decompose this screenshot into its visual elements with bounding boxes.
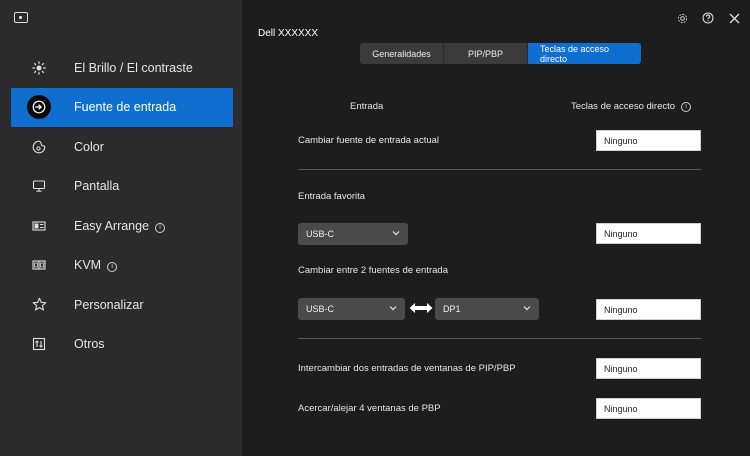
sidebar-item-others[interactable]: Otros bbox=[11, 325, 233, 365]
column-header-input: Entrada bbox=[350, 101, 384, 112]
input-source-icon bbox=[27, 95, 51, 120]
sidebar-nav: El Brillo / El contraste Fuente de entra… bbox=[11, 48, 233, 364]
change-input-hotkey-field[interactable]: Ninguno bbox=[596, 130, 701, 151]
tab-pip-pbp[interactable]: PIP/PBP bbox=[444, 43, 528, 64]
window-controls bbox=[676, 12, 740, 24]
sidebar-item-input-source[interactable]: Fuente de entrada bbox=[11, 87, 233, 127]
info-icon[interactable]: i bbox=[155, 222, 166, 233]
sidebar-item-label: Otros bbox=[74, 337, 105, 352]
favorite-input-select[interactable]: USB-C bbox=[298, 223, 408, 245]
sidebar-item-label: Personalizar bbox=[74, 297, 144, 312]
sidebar-item-label-with-info: Easy Arrange i bbox=[74, 218, 166, 233]
divider bbox=[298, 338, 701, 339]
favorite-input-label: Entrada favorita bbox=[298, 191, 366, 202]
app-window: El Brillo / El contraste Fuente de entra… bbox=[0, 0, 750, 456]
easy-arrange-icon bbox=[29, 216, 49, 236]
star-icon bbox=[29, 295, 49, 315]
color-palette-icon bbox=[29, 137, 49, 157]
column-header-hotkeys: Teclas de acceso directo bbox=[571, 101, 676, 112]
chevron-down-icon bbox=[392, 231, 400, 236]
column-header-hotkeys-wrap: Teclas de acceso directo i bbox=[571, 101, 692, 112]
favorite-input-select-value: USB-C bbox=[306, 229, 335, 239]
tab-bar: Generalidades PIP/PBP Teclas de acceso d… bbox=[360, 43, 641, 64]
swap-pip-hotkey-field[interactable]: Ninguno bbox=[596, 358, 701, 379]
sidebar-item-label: Pantalla bbox=[74, 179, 120, 194]
app-logo-icon bbox=[14, 12, 28, 23]
settings-gear-icon[interactable] bbox=[676, 12, 688, 24]
toggle-inputs-label: Cambiar entre 2 fuentes de entrada bbox=[298, 265, 448, 276]
toggle-input-a-select[interactable]: USB-C bbox=[298, 298, 405, 320]
info-icon[interactable]: i bbox=[107, 262, 118, 273]
display-monitor-icon bbox=[29, 176, 49, 196]
sidebar: El Brillo / El contraste Fuente de entra… bbox=[0, 0, 242, 456]
toggle-input-b-select[interactable]: DP1 bbox=[435, 298, 539, 320]
sidebar-item-label: KVM bbox=[74, 258, 102, 273]
chevron-down-icon bbox=[389, 306, 397, 311]
toggle-inputs-hotkey-field[interactable]: Ninguno bbox=[596, 299, 701, 320]
sidebar-item-label: Color bbox=[74, 139, 104, 154]
sidebar-item-personalize[interactable]: Personalizar bbox=[11, 285, 233, 325]
main-panel: Dell XXXXXX Generalidades PIP/PBP Teclas… bbox=[242, 0, 750, 456]
chevron-down-icon bbox=[523, 306, 531, 311]
zoom-pbp-label: Acercar/alejar 4 ventanas de PBP bbox=[298, 403, 441, 414]
close-icon[interactable] bbox=[728, 12, 740, 24]
info-icon[interactable]: i bbox=[681, 102, 692, 112]
help-icon[interactable] bbox=[702, 12, 714, 24]
swap-pip-label: Intercambiar dos entradas de ventanas de… bbox=[298, 363, 516, 374]
divider bbox=[298, 169, 701, 170]
sidebar-item-label: El Brillo / El contraste bbox=[74, 60, 193, 75]
sidebar-item-brightness-contrast[interactable]: El Brillo / El contraste bbox=[11, 48, 233, 88]
toggle-input-b-value: DP1 bbox=[443, 304, 461, 314]
change-input-label: Cambiar fuente de entrada actual bbox=[298, 135, 440, 146]
favorite-input-hotkey-field[interactable]: Ninguno bbox=[596, 223, 701, 244]
sidebar-item-color[interactable]: Color bbox=[11, 127, 233, 167]
kvm-icon bbox=[29, 255, 49, 275]
tab-hotkeys[interactable]: Teclas de acceso directo bbox=[528, 43, 641, 64]
device-name: Dell XXXXXX bbox=[258, 28, 319, 39]
sidebar-item-label: Easy Arrange bbox=[74, 218, 150, 233]
zoom-pbp-hotkey-field[interactable]: Ninguno bbox=[596, 398, 701, 419]
sidebar-item-display[interactable]: Pantalla bbox=[11, 167, 233, 207]
tab-general[interactable]: Generalidades bbox=[360, 43, 444, 64]
sidebar-item-easy-arrange[interactable]: Easy Arrange i bbox=[11, 206, 233, 246]
sidebar-item-label: Fuente de entrada bbox=[74, 100, 177, 115]
brightness-icon bbox=[29, 58, 49, 78]
toggle-input-a-value: USB-C bbox=[306, 304, 335, 314]
sidebar-item-kvm[interactable]: KVM i bbox=[11, 246, 233, 286]
swap-arrows-icon bbox=[409, 303, 433, 313]
sidebar-item-label-with-info: KVM i bbox=[74, 258, 118, 273]
others-icon bbox=[29, 334, 49, 354]
